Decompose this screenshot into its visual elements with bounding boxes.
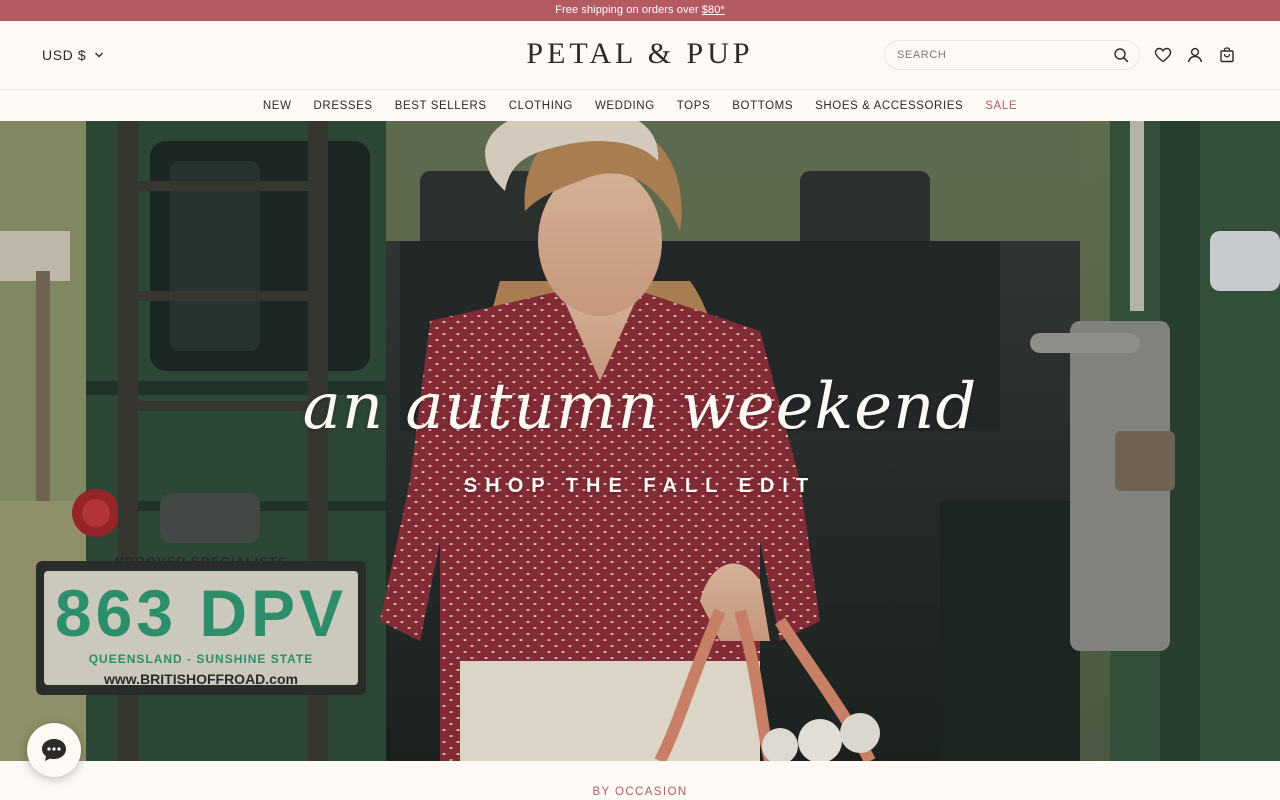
search-bar: [884, 40, 1140, 70]
bag-icon[interactable]: [1218, 46, 1236, 64]
main-nav: NEW DRESSES BEST SELLERS CLOTHING WEDDIN…: [0, 89, 1280, 121]
nav-item-wedding[interactable]: WEDDING: [595, 100, 655, 112]
nav-item-clothing[interactable]: CLOTHING: [509, 100, 573, 112]
nav-item-shoes-accessories[interactable]: SHOES & ACCESSORIES: [815, 100, 963, 112]
plate-number: 863 DPV: [54, 576, 348, 650]
plate-url: www.BRITISHOFFROAD.com: [104, 671, 298, 687]
search-input[interactable]: [897, 49, 1113, 61]
plate-dealer-text: NDROVER SPECIALISTS: [114, 554, 288, 569]
nav-item-tops[interactable]: TOPS: [677, 100, 711, 112]
announcement-amount-link[interactable]: $80*: [702, 4, 725, 16]
plate-state: QUEENSLAND - SUNSHINE STATE: [88, 652, 314, 666]
nav-item-dresses[interactable]: DRESSES: [314, 100, 373, 112]
nav-item-new[interactable]: NEW: [263, 100, 292, 112]
hero-script-title: an autumn weekend: [302, 370, 978, 444]
section-heading-by-occasion: BY OCCASION: [592, 786, 688, 798]
chat-bubble-icon: [42, 739, 66, 761]
user-icon[interactable]: [1186, 46, 1204, 64]
nav-item-best-sellers[interactable]: BEST SELLERS: [395, 100, 487, 112]
hero-cta-link[interactable]: SHOP THE FALL EDIT: [0, 475, 1280, 498]
heart-icon[interactable]: [1154, 46, 1172, 64]
hero-banner[interactable]: NDROVER SPECIALISTS 863 DPV QUEENSLAND -…: [0, 121, 1280, 761]
announcement-bar: Free shipping on orders over $80*: [0, 0, 1280, 21]
nav-item-sale[interactable]: SALE: [985, 100, 1017, 112]
nav-item-bottoms[interactable]: BOTTOMS: [732, 100, 793, 112]
search-icon[interactable]: [1113, 47, 1129, 63]
chat-launcher-button[interactable]: [27, 723, 81, 777]
announcement-text: Free shipping on orders over: [555, 4, 702, 16]
site-header: USD $ PETAL & PUP: [0, 21, 1280, 89]
